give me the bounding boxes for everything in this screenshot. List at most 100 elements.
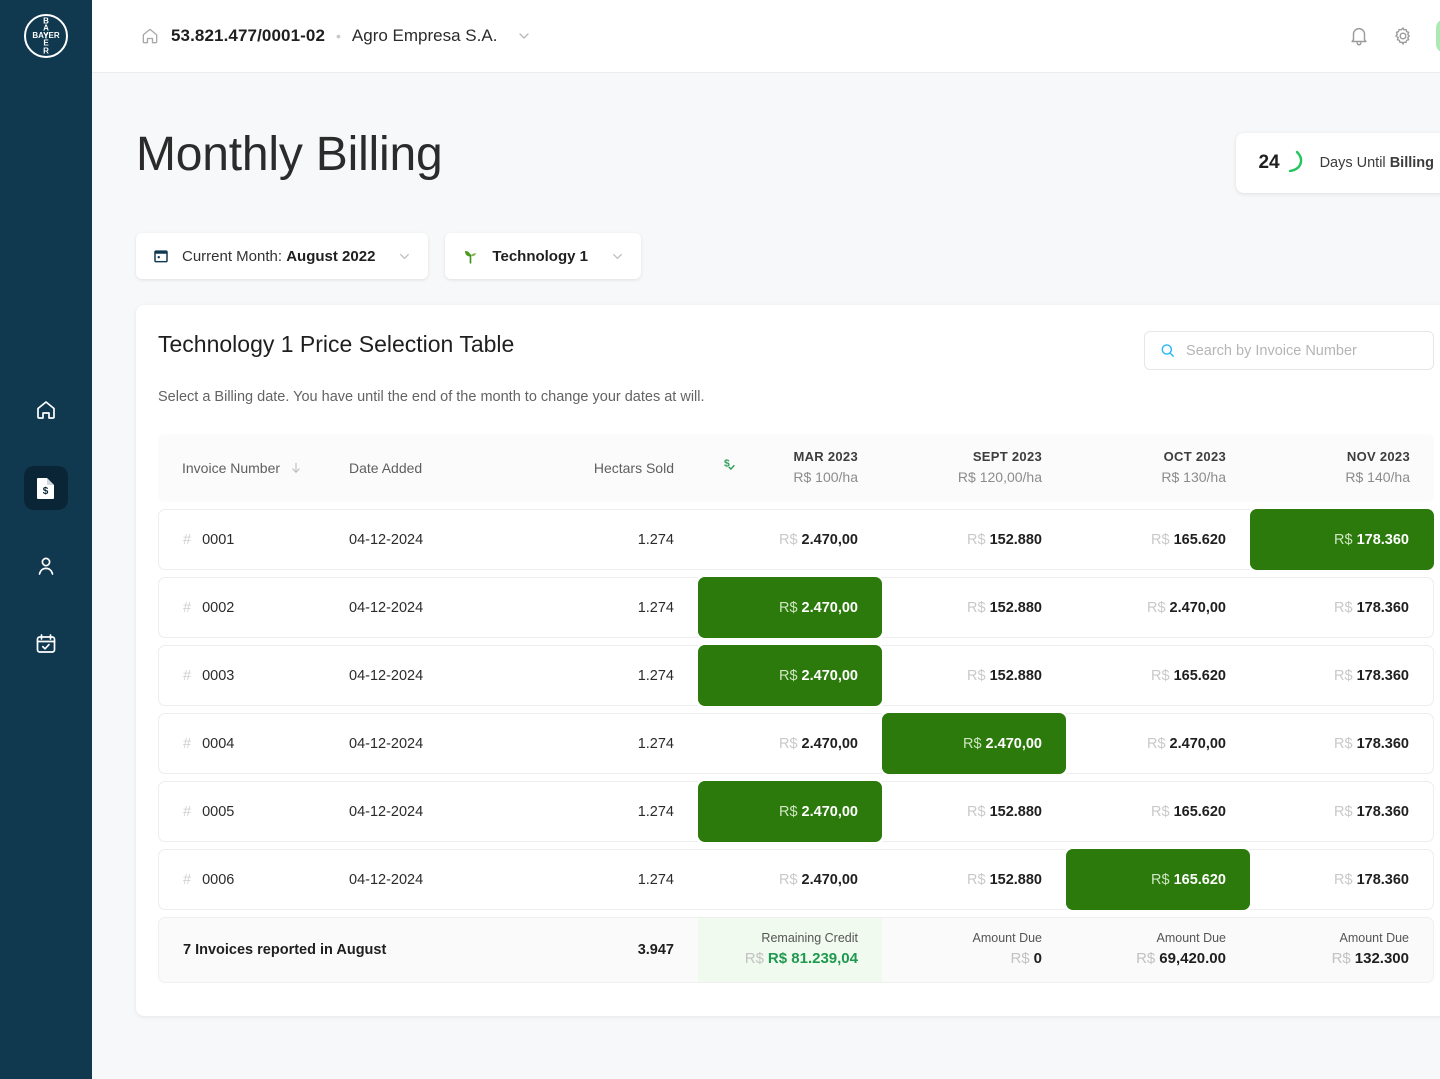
price-cell[interactable]: R$ 178.360 (1250, 577, 1434, 638)
cell-date-added: 04-12-2024 (333, 713, 508, 774)
chevron-down-icon[interactable] (610, 249, 625, 264)
home-icon[interactable] (140, 26, 160, 46)
month-label: MAR 2023 (793, 449, 858, 465)
month-price: R$ 130/ha (1066, 467, 1226, 489)
currency-symbol: R$ (779, 599, 798, 616)
cell-hectars-sold: 1.274 (508, 645, 698, 706)
price-cell[interactable]: R$ 2.470,00 (1066, 577, 1250, 638)
price-cell[interactable]: R$ 2.470,00 (698, 713, 882, 774)
bell-icon[interactable] (1348, 25, 1370, 47)
currency-symbol: R$ (779, 803, 798, 820)
price-cell[interactable]: R$ 178.360 (1250, 645, 1434, 706)
search-box[interactable] (1144, 331, 1434, 370)
price-cell-selected[interactable]: R$ 2.470,00 (882, 713, 1066, 774)
col-month-sept-2023: SEPT 2023 R$ 120,00/ha (882, 434, 1066, 502)
currency-symbol: R$ (779, 735, 798, 752)
price-selection-card: Technology 1 Price Selection Table Selec… (136, 305, 1440, 1016)
price-value: 152.880 (989, 667, 1042, 684)
sidebar-item-calendar[interactable] (24, 622, 68, 666)
currency-symbol: R$ (967, 667, 986, 684)
price-cell[interactable]: R$ 152.880 (882, 849, 1066, 910)
chevron-down-icon[interactable] (516, 28, 532, 44)
price-value: 2.470,00 (985, 735, 1042, 752)
footer-amount-value: R$ 81.239,04 (767, 950, 858, 968)
price-cell[interactable]: R$ 2.470,00 (1066, 713, 1250, 774)
breadcrumb-company: Agro Empresa S.A. (351, 26, 498, 45)
price-cell[interactable]: R$ 165.620 (1066, 509, 1250, 570)
home-icon (37, 401, 55, 419)
price-cell[interactable]: R$ 152.880 (882, 577, 1066, 638)
table-footer-row: 7 Invoices reported in August 3.947 Remain… (158, 917, 1434, 983)
table-body: #0001 04-12-2024 1.274 R$ 2.470,00 R$ 152.880 R… (158, 509, 1434, 910)
month-price-unit: /ha (1206, 469, 1226, 486)
hash-symbol: # (183, 599, 192, 616)
filter-month-prefix: Current Month: (182, 247, 287, 265)
cell-invoice-number: #0006 (158, 849, 333, 910)
sidebar-item-billing[interactable]: $ (24, 466, 68, 510)
user-icon (38, 557, 54, 575)
price-cell[interactable]: R$ 165.620 (1066, 781, 1250, 842)
price-cell-selected[interactable]: R$ 2.470,00 (698, 645, 882, 706)
price-cell[interactable]: R$ 178.360 (1250, 849, 1434, 910)
price-value: 178.360 (1356, 667, 1409, 684)
col-hectars-label: Hectars Sold (593, 460, 674, 476)
price-cell[interactable]: R$ 152.880 (882, 645, 1066, 706)
invoice-number-value: 0002 (202, 599, 235, 616)
footer-amount: R$ 69,420.00 (1066, 948, 1226, 971)
price-cell[interactable]: R$ 178.360 (1250, 781, 1434, 842)
filters: Current Month: August 2022 Technology 1 (136, 233, 1440, 279)
hash-symbol: # (183, 531, 192, 548)
breadcrumb[interactable]: 53.821.477/0001-02 • Agro Empresa S.A. (140, 26, 532, 46)
invoice-number-value: 0005 (202, 803, 235, 820)
chevron-down-icon[interactable] (397, 249, 412, 264)
title-row: Monthly Billing 24 Days Until Billing (136, 131, 1440, 193)
price-value: 152.880 (989, 531, 1042, 548)
price-cell-selected[interactable]: R$ 2.470,00 (698, 577, 882, 638)
price-cell[interactable]: R$ 152.880 (882, 781, 1066, 842)
footer-amount-cell: Remaining Credit R$ R$ 81.239,04 (698, 917, 882, 983)
price-value: 165.620 (1173, 531, 1226, 548)
price-selection-table: Invoice Number Date Added Hectars Sold $… (158, 427, 1434, 990)
sidebar-item-home[interactable] (24, 388, 68, 432)
price-cell[interactable]: R$ 152.880 (882, 509, 1066, 570)
price-value: 2.470,00 (801, 531, 858, 548)
filter-technology[interactable]: Technology 1 (445, 233, 641, 279)
col-date-added: Date Added (333, 434, 508, 502)
cell-hectars-sold: 1.274 (508, 509, 698, 570)
col-date-label: Date Added (349, 460, 423, 476)
price-cell-selected[interactable]: R$ 178.360 (1250, 509, 1434, 570)
progress-arc-icon (1286, 149, 1310, 177)
price-cell[interactable]: R$ 165.620 (1066, 645, 1250, 706)
badge-prefix: Days Until (1319, 155, 1390, 171)
col-invoice-number[interactable]: Invoice Number (158, 434, 333, 502)
price-value: 2.470,00 (801, 667, 858, 684)
content: Monthly Billing 24 Days Until Billing Cu… (92, 73, 1440, 1016)
month-price-value: R$ 100 (793, 469, 839, 486)
sidebar-item-profile[interactable] (24, 544, 68, 588)
price-cell[interactable]: R$ 178.360 (1250, 713, 1434, 774)
price-cell[interactable]: R$ 2.470,00 (698, 509, 882, 570)
gear-icon[interactable] (1392, 25, 1414, 47)
arrow-down-icon[interactable] (289, 461, 303, 475)
price-value: 178.360 (1356, 531, 1409, 548)
price-value: 178.360 (1356, 599, 1409, 616)
price-value: 152.880 (989, 871, 1042, 888)
avatar[interactable] (1436, 19, 1440, 53)
app-root: BAYER BAYER $ 53.821.477/0001-02 • Agro … (0, 0, 1440, 1079)
search-icon (1161, 344, 1174, 357)
col-month-mar-2023-labels: MAR 2023 R$ 100/ha (739, 447, 882, 489)
price-cell[interactable]: R$ 2.470,00 (698, 849, 882, 910)
currency-symbol: R$ (1151, 531, 1170, 548)
currency-symbol: R$ (1331, 950, 1351, 968)
price-value: 178.360 (1356, 735, 1409, 752)
filter-current-month[interactable]: Current Month: August 2022 (136, 233, 429, 279)
search-input[interactable] (1186, 342, 1419, 359)
month-price-unit: /ha (838, 469, 858, 486)
card-header: Technology 1 Price Selection Table (158, 331, 1434, 370)
currency-symbol: R$ (1151, 667, 1170, 684)
price-cell-selected[interactable]: R$ 2.470,00 (698, 781, 882, 842)
price-cell-selected[interactable]: R$ 165.620 (1066, 849, 1250, 910)
footer-caption: Amount Due (1156, 931, 1226, 946)
month-price-value: R$ 140 (1345, 469, 1391, 486)
currency-symbol: R$ (1010, 950, 1030, 968)
